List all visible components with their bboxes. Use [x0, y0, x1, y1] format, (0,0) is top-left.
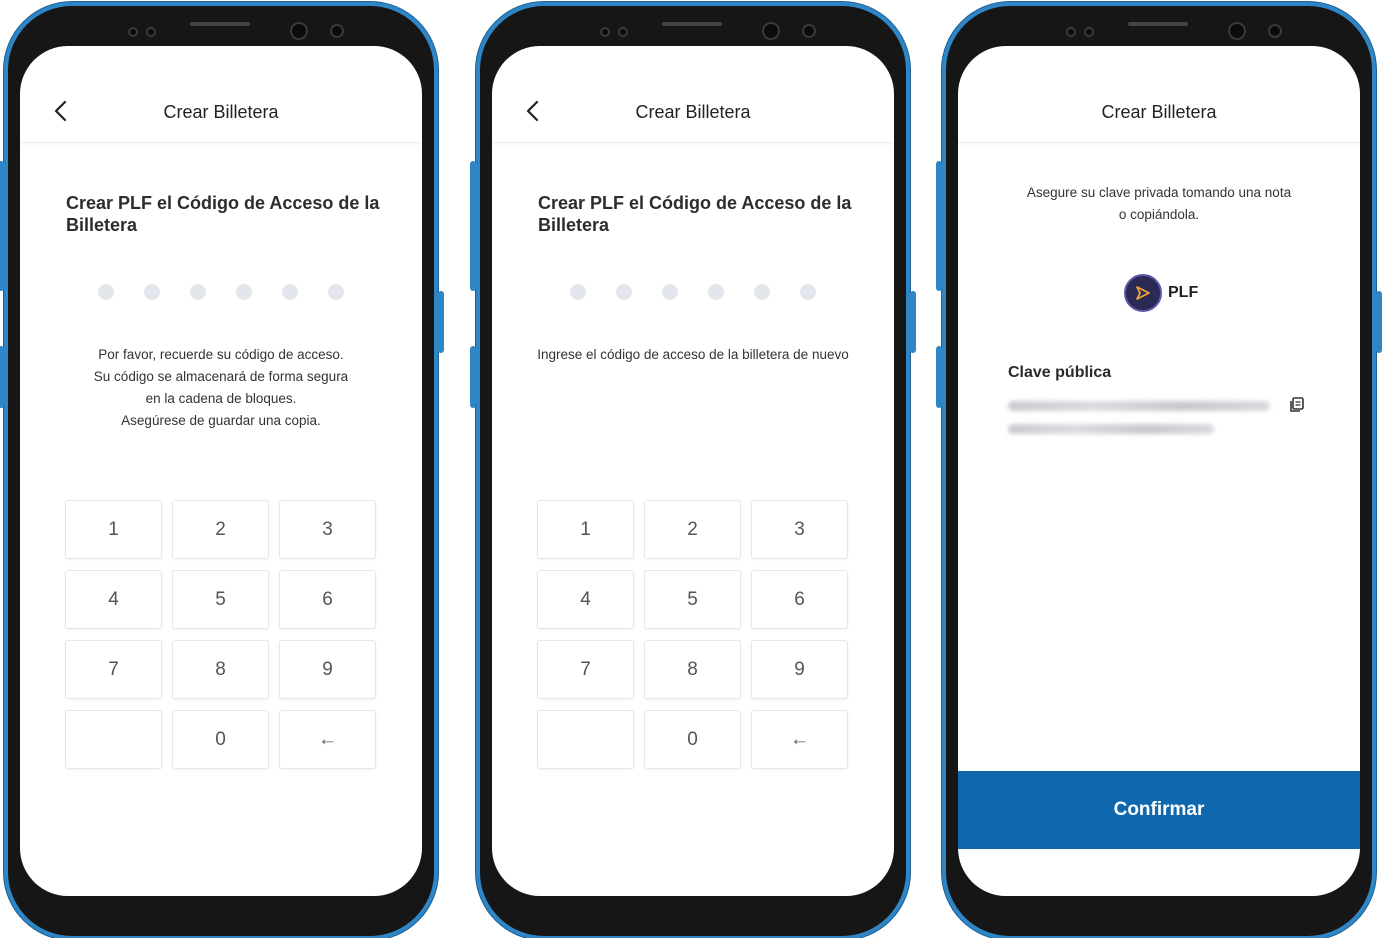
passcode-dot	[800, 284, 816, 300]
sensor-icon	[1268, 24, 1282, 38]
passcode-dot	[754, 284, 770, 300]
secure-key-message: Asegure su clave privada tomando una not…	[998, 182, 1320, 226]
passcode-dots	[570, 284, 816, 300]
numeric-keypad: 1 2 3 4 5 6 7 8 9 0 ←	[65, 500, 377, 769]
page-title: Crear Billetera	[635, 102, 751, 122]
key-4[interactable]: 4	[65, 570, 162, 629]
coin-badge: PLF	[1124, 274, 1198, 312]
instruction-line: Ingrese el código de acceso de la billet…	[537, 347, 849, 362]
earpiece-speaker	[190, 22, 250, 26]
sensor-dot-icon	[1066, 27, 1076, 37]
phone-frame-3: Crear Billetera Asegure su clave privada…	[936, 6, 1382, 936]
power-button	[910, 291, 916, 353]
key-3[interactable]: 3	[279, 500, 376, 559]
passcode-instructions: Por favor, recuerde su código de acceso.…	[40, 344, 402, 432]
key-0[interactable]: 0	[644, 710, 741, 769]
earpiece-speaker	[1128, 22, 1188, 26]
key-2[interactable]: 2	[644, 500, 741, 559]
message-line: Asegure su clave privada tomando una not…	[1026, 185, 1292, 200]
backspace-key[interactable]: ←	[751, 710, 848, 769]
volume-button	[470, 161, 476, 291]
key-1[interactable]: 1	[65, 500, 162, 559]
passcode-dot	[328, 284, 344, 300]
public-key-value-blurred	[1008, 424, 1214, 434]
app-header: Crear Billetera	[492, 46, 894, 143]
key-0[interactable]: 0	[172, 710, 269, 769]
sensor-dot-icon	[146, 27, 156, 37]
side-button	[0, 346, 4, 408]
passcode-dot	[570, 284, 586, 300]
front-camera-icon	[290, 22, 308, 40]
front-camera-icon	[1228, 22, 1246, 40]
screen-create-passcode: Crear Billetera Crear PLF el Código de A…	[20, 46, 422, 896]
instruction-line: Asegúrese de guardar una copia.	[121, 413, 321, 428]
key-6[interactable]: 6	[279, 570, 376, 629]
key-1[interactable]: 1	[537, 500, 634, 559]
key-empty	[537, 710, 634, 769]
message-line: o copiándola.	[1118, 207, 1200, 222]
sensor-dot-icon	[128, 27, 138, 37]
passcode-dot	[144, 284, 160, 300]
instruction-line: Su código se almacenará de forma segura	[93, 369, 349, 384]
passcode-heading: Crear PLF el Código de Acceso de la Bill…	[538, 193, 852, 235]
sensor-icon	[802, 24, 816, 38]
key-empty	[65, 710, 162, 769]
volume-button	[0, 161, 4, 291]
public-key-label: Clave pública	[1008, 364, 1112, 381]
power-button	[438, 291, 444, 353]
instruction-line: en la cadena de bloques.	[145, 391, 297, 406]
phone-frame-2: Crear Billetera Crear PLF el Código de A…	[470, 6, 916, 936]
passcode-heading: Crear PLF el Código de Acceso de la Bill…	[66, 193, 380, 235]
app-header: Crear Billetera	[958, 46, 1360, 143]
key-2[interactable]: 2	[172, 500, 269, 559]
front-camera-icon	[762, 22, 780, 40]
key-5[interactable]: 5	[172, 570, 269, 629]
passcode-dot	[282, 284, 298, 300]
instruction-line: Por favor, recuerde su código de acceso.	[98, 347, 344, 362]
passcode-dot	[236, 284, 252, 300]
key-8[interactable]: 8	[644, 640, 741, 699]
passcode-instructions: Ingrese el código de acceso de la billet…	[512, 344, 874, 366]
side-button	[470, 346, 476, 408]
key-6[interactable]: 6	[751, 570, 848, 629]
earpiece-speaker	[662, 22, 722, 26]
key-8[interactable]: 8	[172, 640, 269, 699]
key-4[interactable]: 4	[537, 570, 634, 629]
plf-logo-icon	[1124, 274, 1162, 312]
passcode-dot	[662, 284, 678, 300]
passcode-dot	[98, 284, 114, 300]
public-key-value-blurred	[1008, 401, 1270, 411]
key-5[interactable]: 5	[644, 570, 741, 629]
key-3[interactable]: 3	[751, 500, 848, 559]
passcode-dot	[616, 284, 632, 300]
key-9[interactable]: 9	[751, 640, 848, 699]
page-title: Crear Billetera	[163, 102, 279, 122]
app-header: Crear Billetera	[20, 46, 422, 143]
phone-frame-1: Crear Billetera Crear PLF el Código de A…	[0, 6, 444, 936]
numeric-keypad: 1 2 3 4 5 6 7 8 9 0 ←	[537, 500, 849, 769]
key-9[interactable]: 9	[279, 640, 376, 699]
side-button	[936, 346, 942, 408]
page-title: Crear Billetera	[1101, 102, 1217, 122]
passcode-dots	[98, 284, 344, 300]
power-button	[1376, 291, 1382, 353]
sensor-dot-icon	[600, 27, 610, 37]
copy-icon[interactable]	[1288, 396, 1306, 414]
sensor-icon	[330, 24, 344, 38]
screen-public-key: Crear Billetera Asegure su clave privada…	[958, 46, 1360, 896]
key-7[interactable]: 7	[537, 640, 634, 699]
passcode-dot	[708, 284, 724, 300]
sensor-dot-icon	[1084, 27, 1094, 37]
confirm-button[interactable]: Confirmar	[958, 771, 1360, 849]
volume-button	[936, 161, 942, 291]
coin-name: PLF	[1168, 284, 1199, 301]
sensor-dot-icon	[618, 27, 628, 37]
backspace-key[interactable]: ←	[279, 710, 376, 769]
screen-confirm-passcode: Crear Billetera Crear PLF el Código de A…	[492, 46, 894, 896]
key-7[interactable]: 7	[65, 640, 162, 699]
passcode-dot	[190, 284, 206, 300]
